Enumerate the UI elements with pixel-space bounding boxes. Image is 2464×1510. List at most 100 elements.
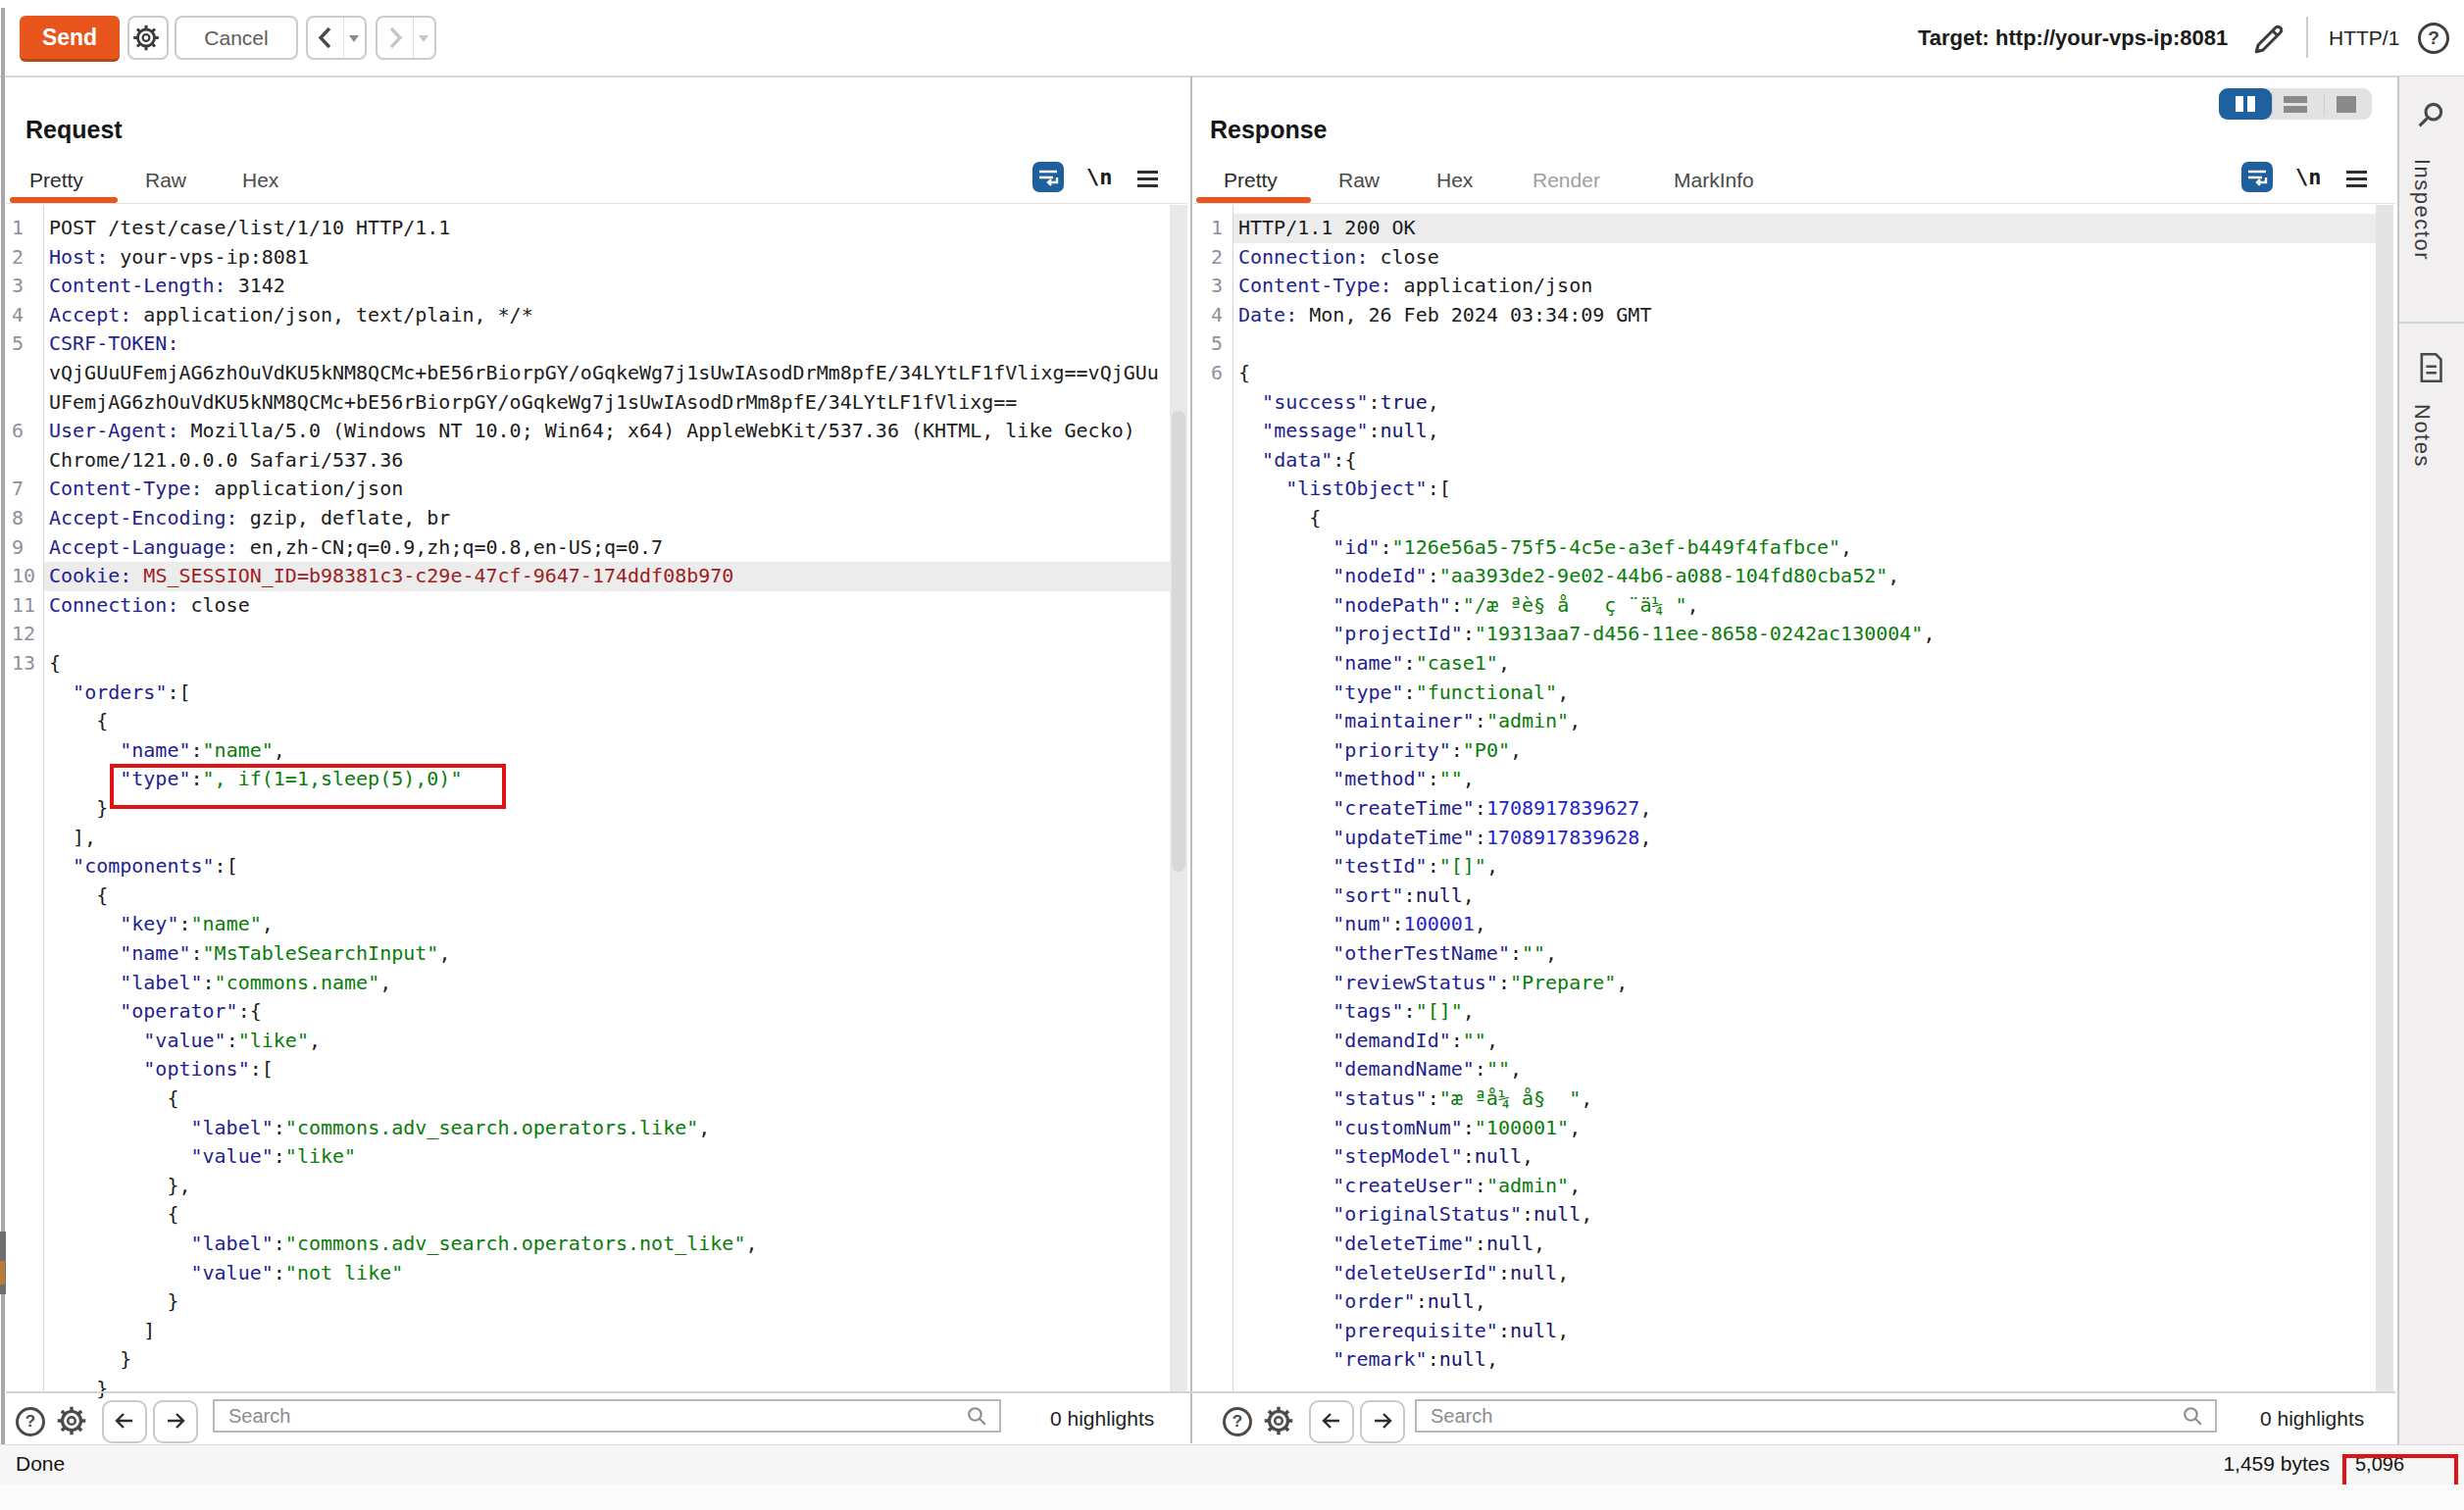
- request-code-line[interactable]: {: [49, 1084, 178, 1114]
- request-code-line[interactable]: {: [49, 881, 108, 911]
- sidebar-tab-inspector[interactable]: Inspector: [2409, 159, 2435, 261]
- response-code-line[interactable]: "success":true,: [1238, 388, 1439, 418]
- panel-divider[interactable]: [1190, 76, 1192, 1443]
- request-code-line[interactable]: Connection: close: [49, 591, 250, 621]
- layout-single-button[interactable]: [2337, 96, 2356, 113]
- request-code-line[interactable]: POST /test/case/list/1/10 HTTP/1.1: [49, 214, 450, 243]
- response-wrap-icon[interactable]: [2241, 162, 2273, 192]
- response-code-line[interactable]: "stepModel":null,: [1238, 1142, 1534, 1172]
- request-search-input[interactable]: Search: [213, 1399, 1001, 1433]
- request-newline-toggle[interactable]: \n: [1086, 165, 1113, 189]
- request-code-line[interactable]: Chrome/121.0.0.0 Safari/537.36: [49, 446, 403, 476]
- request-tab-hex[interactable]: Hex: [242, 169, 278, 192]
- request-code-line[interactable]: "value":"like",: [49, 1027, 321, 1056]
- request-code-line[interactable]: Content-Type: application/json: [49, 475, 403, 504]
- response-code-line[interactable]: "tags":"[]",: [1238, 997, 1475, 1027]
- response-code-line[interactable]: "name":"case1",: [1238, 649, 1510, 679]
- request-code-line[interactable]: "label":"commons.adv_search.operators.no…: [49, 1230, 758, 1259]
- request-code-line[interactable]: "label":"commons.adv_search.operators.li…: [49, 1114, 710, 1143]
- request-code-line[interactable]: "options":[: [49, 1055, 274, 1084]
- request-code-line[interactable]: ]: [49, 1317, 155, 1346]
- response-code-line[interactable]: "deleteTime":null,: [1238, 1230, 1545, 1259]
- response-code-line[interactable]: {: [1238, 504, 1321, 533]
- request-code-line[interactable]: "value":"like": [49, 1142, 356, 1172]
- response-code-line[interactable]: "type":"functional",: [1238, 679, 1569, 708]
- response-code-line[interactable]: "sort":null,: [1238, 881, 1475, 911]
- forward-button[interactable]: [376, 16, 436, 60]
- request-code-line[interactable]: ],: [49, 824, 96, 853]
- response-code-line[interactable]: Content-Type: application/json: [1238, 272, 1592, 301]
- forward-dropdown-icon[interactable]: [419, 35, 428, 42]
- send-button[interactable]: Send: [20, 16, 120, 62]
- request-code-line[interactable]: }: [49, 1287, 178, 1317]
- response-code-line[interactable]: "remark":null,: [1238, 1345, 1498, 1375]
- response-code-line[interactable]: "createTime":1708917839627,: [1238, 794, 1651, 824]
- response-code-line[interactable]: "id":"126e56a5-75f5-4c5e-a3ef-b449f4fafb…: [1238, 533, 1852, 563]
- response-code-line[interactable]: Date: Mon, 26 Feb 2024 03:34:09 GMT: [1238, 301, 1651, 330]
- response-code-line[interactable]: "originalStatus":null,: [1238, 1200, 1592, 1230]
- request-wrap-icon[interactable]: [1032, 162, 1064, 192]
- response-code-line[interactable]: "priority":"P0",: [1238, 736, 1522, 766]
- response-code-line[interactable]: "prerequisite":null,: [1238, 1317, 1569, 1346]
- response-code-line[interactable]: "testId":"[]",: [1238, 852, 1498, 881]
- request-code-line[interactable]: vQjGUuUFemjAG6zhOuVdKU5kNM8QCMc+bE56rBio…: [49, 359, 1159, 388]
- response-code-line[interactable]: "listObject":[: [1238, 475, 1451, 504]
- request-code-line[interactable]: {: [49, 707, 108, 736]
- search-prev-button-left[interactable]: [102, 1400, 147, 1443]
- request-code-line[interactable]: }: [49, 794, 108, 824]
- response-tab-raw[interactable]: Raw: [1338, 169, 1380, 192]
- request-code-line[interactable]: Accept: application/json, text/plain, */…: [49, 301, 533, 330]
- response-code-line[interactable]: "projectId":"19313aa7-d456-11ee-8658-024…: [1238, 620, 1935, 649]
- notes-icon[interactable]: [2415, 351, 2446, 384]
- response-code-line[interactable]: "customNum":"100001",: [1238, 1114, 1581, 1143]
- response-code-line[interactable]: "maintainer":"admin",: [1238, 707, 1581, 736]
- back-button[interactable]: [306, 16, 367, 60]
- search-help-icon-left[interactable]: ?: [16, 1407, 45, 1436]
- response-code-line[interactable]: "status":"æ ªå¼ å§ ",: [1238, 1084, 1592, 1114]
- http-version-label[interactable]: HTTP/1: [2329, 0, 2399, 76]
- request-scrollbar[interactable]: [1170, 205, 1187, 1391]
- response-code-line[interactable]: "data":{: [1238, 446, 1356, 476]
- response-code-line[interactable]: HTTP/1.1 200 OK: [1238, 214, 1416, 243]
- request-code-line[interactable]: Cookie: MS_SESSION_ID=b98381c3-c29e-47cf…: [49, 562, 733, 591]
- search-help-icon-right[interactable]: ?: [1223, 1407, 1252, 1436]
- edit-target-icon[interactable]: [2251, 22, 2287, 57]
- request-code-line[interactable]: "orders":[: [49, 679, 191, 708]
- request-tab-raw[interactable]: Raw: [145, 169, 186, 192]
- response-code-line[interactable]: "nodeId":"aa393de2-9e02-44b6-a088-104fd8…: [1238, 562, 1899, 591]
- response-tab-markinfo[interactable]: MarkInfo: [1674, 169, 1754, 192]
- request-code-line[interactable]: "key":"name",: [49, 910, 274, 939]
- request-code-line[interactable]: },: [49, 1172, 191, 1201]
- request-code-line[interactable]: "name":"name",: [49, 736, 285, 766]
- request-menu-icon[interactable]: [1137, 171, 1158, 188]
- request-code-line[interactable]: "operator":{: [49, 997, 262, 1027]
- request-tab-pretty[interactable]: Pretty: [29, 169, 83, 192]
- response-tab-hex[interactable]: Hex: [1436, 169, 1473, 192]
- back-dropdown-icon[interactable]: [349, 35, 359, 42]
- response-code-line[interactable]: Connection: close: [1238, 243, 1439, 273]
- request-code-line[interactable]: UFemjAG6zhOuVdKU5kNM8QCMc+bE56rBiorpGY/o…: [49, 388, 1017, 418]
- response-code-line[interactable]: "num":100001,: [1238, 910, 1486, 939]
- response-code-line[interactable]: "updateTime":1708917839628,: [1238, 824, 1651, 853]
- response-code-line[interactable]: "message":null,: [1238, 417, 1439, 446]
- request-code-line[interactable]: {: [49, 649, 61, 679]
- search-next-button-right[interactable]: [1360, 1400, 1405, 1443]
- response-tab-pretty[interactable]: Pretty: [1224, 169, 1278, 192]
- request-code-line[interactable]: "components":[: [49, 852, 238, 881]
- response-code-line[interactable]: "order":null,: [1238, 1287, 1486, 1317]
- request-code-line[interactable]: Content-Length: 3142: [49, 272, 285, 301]
- request-code-line[interactable]: Accept-Language: en,zh-CN;q=0.9,zh;q=0.8…: [49, 533, 663, 563]
- request-code-line[interactable]: User-Agent: Mozilla/5.0 (Windows NT 10.0…: [49, 417, 1135, 446]
- response-code-line[interactable]: "otherTestName":"",: [1238, 939, 1557, 969]
- inspector-icon[interactable]: [2414, 98, 2447, 131]
- layout-columns-button[interactable]: [2219, 88, 2272, 120]
- request-code-line[interactable]: }: [49, 1375, 108, 1404]
- request-settings-button[interactable]: [127, 16, 169, 60]
- response-code-line[interactable]: "demandId":"",: [1238, 1027, 1498, 1056]
- response-code-line[interactable]: "createUser":"admin",: [1238, 1172, 1581, 1201]
- request-code-line[interactable]: "value":"not like": [49, 1259, 403, 1288]
- sidebar-tab-notes[interactable]: Notes: [2409, 404, 2435, 468]
- help-icon[interactable]: ?: [2418, 23, 2449, 54]
- search-next-button-left[interactable]: [153, 1400, 198, 1443]
- search-settings-icon-right[interactable]: [1260, 1402, 1297, 1439]
